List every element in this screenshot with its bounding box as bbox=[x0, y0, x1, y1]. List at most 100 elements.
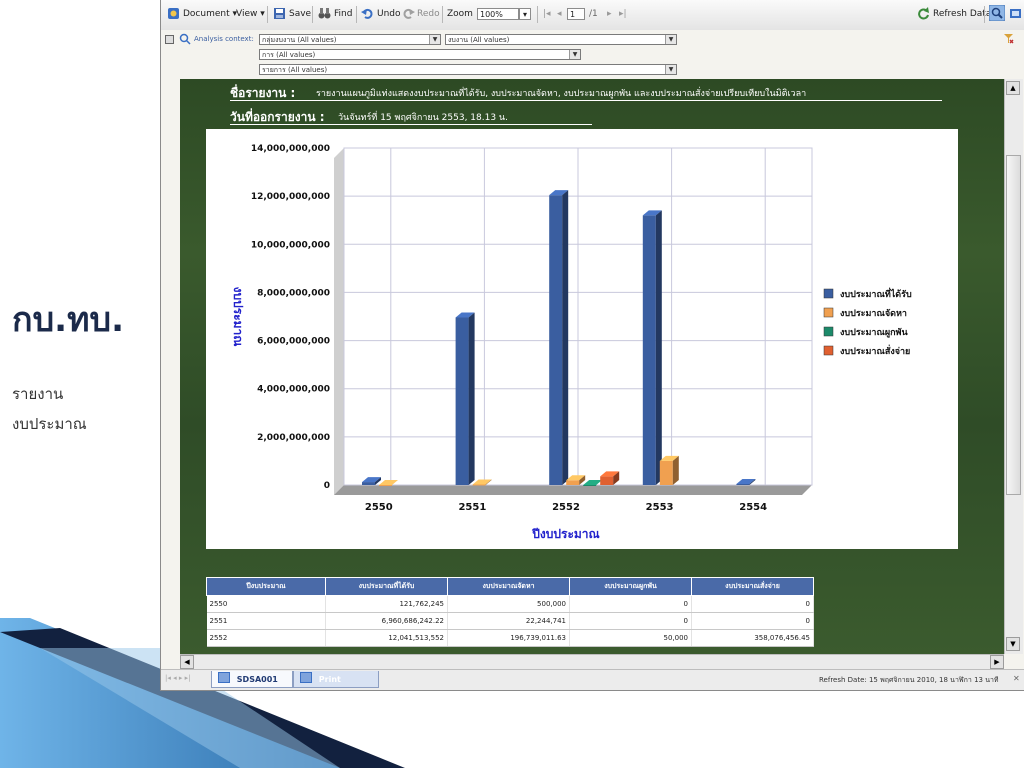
y-tick-label: 14,000,000,000 bbox=[251, 144, 330, 154]
tab-nav-icons[interactable]: |◂ ◂ ▸ ▸| bbox=[165, 674, 190, 682]
page-count: /1 bbox=[589, 9, 598, 19]
chevron-down-icon[interactable]: ▼ bbox=[665, 65, 676, 74]
table-cell: 50,000 bbox=[569, 629, 692, 647]
x-tick-label: 2552 bbox=[552, 502, 580, 513]
table-cell: 358,076,456.45 bbox=[691, 629, 814, 647]
refresh-icon[interactable] bbox=[917, 7, 930, 20]
document-icon[interactable] bbox=[167, 7, 180, 20]
chart-side-wall bbox=[334, 148, 344, 495]
close-icon[interactable]: ✕ bbox=[1013, 674, 1020, 683]
bar-0-3 bbox=[642, 215, 656, 485]
chevron-down-icon[interactable]: ▼ bbox=[665, 35, 676, 44]
scroll-right-icon[interactable]: ▶ bbox=[990, 655, 1004, 669]
zoom-dropdown-icon[interactable]: ▾ bbox=[519, 8, 531, 20]
filter-budget-work[interactable]: งบงาน (All values) ▼ bbox=[445, 34, 677, 45]
table-cell: 2552 bbox=[206, 629, 326, 647]
bar-side bbox=[468, 312, 475, 485]
filter-task[interactable]: การ (All values) ▼ bbox=[259, 49, 581, 60]
x-tick-label: 2553 bbox=[646, 502, 674, 513]
table-cell: 22,244,741 bbox=[447, 612, 570, 630]
tab-sdsa001[interactable]: SDSA001 bbox=[211, 671, 293, 688]
table-cell: 196,739,011.63 bbox=[447, 629, 570, 647]
analysis-context-icon bbox=[179, 33, 191, 45]
table-cell: 2551 bbox=[206, 612, 326, 630]
scroll-up-icon[interactable]: ▲ bbox=[1006, 81, 1020, 95]
table-cell: 0 bbox=[569, 612, 692, 630]
legend-swatch bbox=[823, 326, 834, 337]
bar-1-3 bbox=[659, 460, 673, 485]
find-button[interactable]: Find bbox=[334, 9, 352, 19]
query-panel-icon[interactable] bbox=[989, 5, 1005, 21]
y-tick-label: 8,000,000,000 bbox=[257, 288, 330, 298]
bar-0-4 bbox=[736, 484, 750, 485]
table-cell: 0 bbox=[691, 612, 814, 630]
table-header: งบประมาณสั่งจ่าย bbox=[691, 577, 814, 596]
analysis-context-bar: Analysis context: กลุ่มงบงาน (All values… bbox=[161, 30, 1024, 77]
toolbar: Document ▾ View ▾ Save Find Undo Redo Zo… bbox=[161, 0, 1024, 31]
y-tick-label: 4,000,000,000 bbox=[257, 385, 330, 395]
undo-button[interactable]: Undo bbox=[377, 9, 401, 19]
scroll-left-icon[interactable]: ◀ bbox=[180, 655, 194, 669]
horizontal-scrollbar[interactable]: ◀ ▶ bbox=[180, 654, 1004, 669]
table-header: งบประมาณผูกพัน bbox=[569, 577, 692, 596]
first-page-icon[interactable]: |◂ bbox=[543, 9, 551, 19]
y-axis-title: งบประมาณ bbox=[231, 287, 245, 347]
report-content: ชื่อรายงาน : รายงานแผนภูมิแท่งแสดงงบประม… bbox=[180, 79, 1004, 654]
status-bar: |◂ ◂ ▸ ▸| SDSA001 Print Refresh Date: 15… bbox=[161, 669, 1024, 690]
vertical-scroll-thumb[interactable] bbox=[1006, 155, 1021, 495]
bar-chart: 0 2,000,000,000 4,000,000,000 6,000,000,000… bbox=[231, 144, 912, 541]
report-tab-icon bbox=[300, 672, 312, 683]
view-menu[interactable]: View ▾ bbox=[236, 9, 265, 19]
binoculars-icon[interactable] bbox=[318, 7, 331, 20]
redo-icon[interactable] bbox=[402, 7, 415, 20]
table-cell: 6,960,686,242.22 bbox=[325, 612, 448, 630]
collapse-context-icon[interactable] bbox=[165, 35, 174, 44]
slide-subtitle-line2: งบประมาณ bbox=[12, 415, 87, 433]
zoom-input[interactable]: 100% bbox=[477, 8, 519, 20]
filter-budget-work-value: งบงาน (All values) bbox=[448, 36, 510, 44]
report-date-value: วันจันทร์ที่ 15 พฤศจิกายน 2553, 18.13 น. bbox=[338, 113, 508, 123]
save-icon[interactable] bbox=[273, 7, 286, 20]
page-input[interactable]: 1 bbox=[567, 8, 585, 20]
report-tab-icon bbox=[218, 672, 230, 683]
filter-budget-group-value: กลุ่มงบงาน (All values) bbox=[262, 36, 337, 44]
next-page-icon[interactable]: ▸ bbox=[607, 9, 612, 19]
tab-sdsa001-label: SDSA001 bbox=[236, 675, 278, 684]
table-row: 2551 6,960,686,242.22 22,244,741 0 0 bbox=[206, 612, 814, 630]
redo-button[interactable]: Redo bbox=[417, 9, 440, 19]
chart-floor bbox=[334, 485, 812, 495]
table-header: ปีงบประมาณ bbox=[206, 577, 326, 596]
filter-item[interactable]: รายการ (All values) ▼ bbox=[259, 64, 677, 75]
y-tick-label: 2,000,000,000 bbox=[257, 433, 330, 443]
panel-toggle-icon[interactable] bbox=[1009, 7, 1022, 20]
table-row: 2550 121,762,245 500,000 0 0 bbox=[206, 595, 814, 613]
table-cell: 2550 bbox=[206, 595, 326, 613]
chevron-down-icon[interactable]: ▼ bbox=[429, 35, 440, 44]
chevron-down-icon[interactable]: ▼ bbox=[569, 50, 580, 59]
legend-swatch bbox=[823, 288, 834, 299]
legend-swatch bbox=[823, 307, 834, 318]
x-axis-title: ปีงบประมาณ bbox=[532, 527, 600, 541]
document-menu[interactable]: Document ▾ bbox=[183, 9, 237, 19]
zoom-value: 100% bbox=[480, 10, 503, 19]
clear-filter-icon[interactable] bbox=[1003, 33, 1014, 44]
y-tick-label: 10,000,000,000 bbox=[251, 240, 330, 250]
prev-page-icon[interactable]: ◂ bbox=[557, 9, 562, 19]
save-button[interactable]: Save bbox=[289, 9, 311, 19]
tab-print[interactable]: Print bbox=[293, 671, 379, 688]
chart-container: 0 2,000,000,000 4,000,000,000 6,000,000,000… bbox=[206, 129, 958, 549]
bar-1-0 bbox=[379, 484, 392, 486]
vertical-scrollbar[interactable]: ▲ ▼ bbox=[1004, 79, 1023, 654]
filter-budget-group[interactable]: กลุ่มงบงาน (All values) ▼ bbox=[259, 34, 441, 45]
undo-icon[interactable] bbox=[361, 7, 374, 20]
table-header: งบประมาณจัดหา bbox=[447, 577, 570, 596]
slide-subtitle-line1: รายงาน bbox=[12, 385, 64, 403]
table-cell: 0 bbox=[691, 595, 814, 613]
last-page-icon[interactable]: ▸| bbox=[619, 9, 627, 19]
table-row: 2552 12,041,513,552 196,739,011.63 50,00… bbox=[206, 629, 814, 647]
table-cell: 0 bbox=[569, 595, 692, 613]
refresh-data-button[interactable]: Refresh Data bbox=[933, 9, 991, 19]
bar-1-1 bbox=[472, 484, 486, 486]
table-header: งบประมาณที่ได้รับ bbox=[325, 577, 448, 596]
scroll-down-icon[interactable]: ▼ bbox=[1006, 637, 1020, 651]
